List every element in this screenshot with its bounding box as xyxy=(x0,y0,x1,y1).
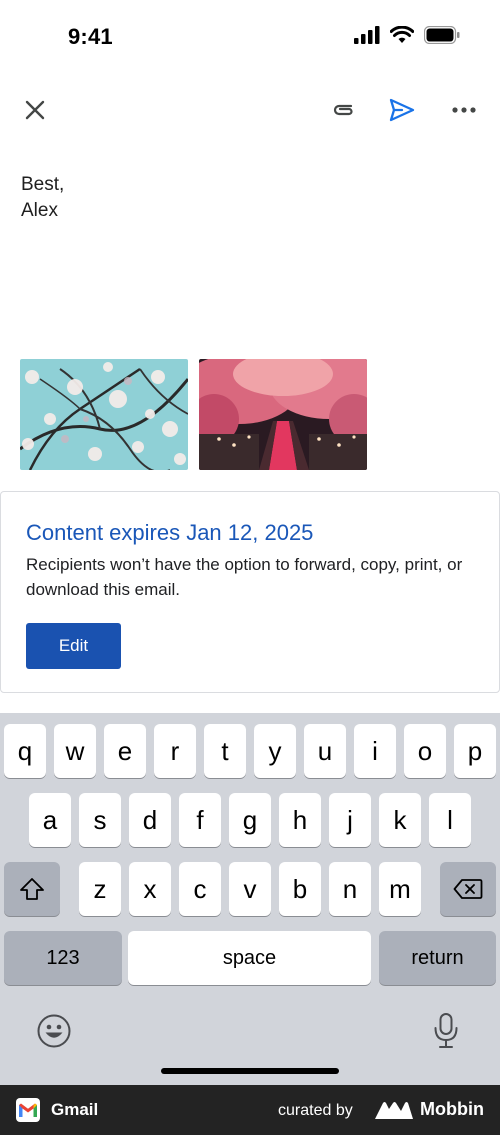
gmail-logo xyxy=(16,1098,40,1122)
status-bar: 9:41 xyxy=(0,0,500,72)
compose-body[interactable]: Best, Alex xyxy=(21,172,64,224)
backspace-icon xyxy=(453,879,483,899)
key-f[interactable]: f xyxy=(179,793,221,847)
attribution-footer: Gmail curated by Mobbin xyxy=(0,1085,500,1135)
attachment-list xyxy=(20,359,367,470)
key-l[interactable]: l xyxy=(429,793,471,847)
status-time: 9:41 xyxy=(68,24,113,49)
key-h[interactable]: h xyxy=(279,793,321,847)
numbers-key[interactable]: 123 xyxy=(4,931,122,985)
image-attachment xyxy=(199,359,367,470)
shift-icon xyxy=(20,878,44,900)
footer-app-name: Gmail xyxy=(51,1100,99,1119)
image-attachment xyxy=(20,359,188,470)
status-icons xyxy=(354,26,460,44)
key-j[interactable]: j xyxy=(329,793,371,847)
cellular-signal-icon xyxy=(354,26,380,44)
key-o[interactable]: o xyxy=(404,724,446,778)
wifi-icon xyxy=(390,26,414,43)
key-y[interactable]: y xyxy=(254,724,296,778)
more-horizontal-icon xyxy=(452,107,476,113)
key-p[interactable]: p xyxy=(454,724,496,778)
return-key[interactable]: return xyxy=(379,931,496,985)
key-u[interactable]: u xyxy=(304,724,346,778)
confidential-mode-card: Content expires Jan 12, 2025 Recipients … xyxy=(0,491,500,693)
key-t[interactable]: t xyxy=(204,724,246,778)
key-x[interactable]: x xyxy=(129,862,171,916)
key-d[interactable]: d xyxy=(129,793,171,847)
attachment-thumbnail[interactable] xyxy=(199,359,367,470)
key-a[interactable]: a xyxy=(29,793,71,847)
delete-key[interactable] xyxy=(440,862,496,916)
close-icon xyxy=(25,100,45,120)
attachment-thumbnail[interactable] xyxy=(20,359,188,470)
paperclip-icon xyxy=(333,104,353,116)
battery-icon xyxy=(424,26,460,44)
emoji-icon xyxy=(37,1014,71,1048)
more-options-button[interactable] xyxy=(444,90,484,130)
footer-curated-by: curated by xyxy=(278,1102,353,1119)
home-indicator xyxy=(161,1068,339,1074)
key-w[interactable]: w xyxy=(54,724,96,778)
key-s[interactable]: s xyxy=(79,793,121,847)
key-k[interactable]: k xyxy=(379,793,421,847)
send-icon xyxy=(389,98,415,122)
compose-toolbar xyxy=(0,80,500,140)
shift-key[interactable] xyxy=(4,862,60,916)
microphone-icon xyxy=(434,1013,458,1048)
gmail-icon xyxy=(19,1103,37,1117)
key-e[interactable]: e xyxy=(104,724,146,778)
space-key[interactable]: space xyxy=(128,931,371,985)
footer-brand: Mobbin xyxy=(420,1099,484,1119)
key-i[interactable]: i xyxy=(354,724,396,778)
key-r[interactable]: r xyxy=(154,724,196,778)
edit-button[interactable]: Edit xyxy=(26,623,121,669)
keyboard: q w e r t y u i o p a s d f g h j k l z … xyxy=(0,713,500,1085)
key-q[interactable]: q xyxy=(4,724,46,778)
signature-name: Alex xyxy=(21,200,58,221)
emoji-button[interactable] xyxy=(36,1013,72,1049)
expiry-title: Content expires Jan 12, 2025 xyxy=(26,520,314,545)
signoff-line: Best, xyxy=(21,174,65,195)
key-b[interactable]: b xyxy=(279,862,321,916)
key-v[interactable]: v xyxy=(229,862,271,916)
expiry-description: Recipients won’t have the option to forw… xyxy=(26,555,463,599)
key-g[interactable]: g xyxy=(229,793,271,847)
key-c[interactable]: c xyxy=(179,862,221,916)
send-button[interactable] xyxy=(382,90,422,130)
dictation-button[interactable] xyxy=(432,1012,460,1050)
key-n[interactable]: n xyxy=(329,862,371,916)
key-m[interactable]: m xyxy=(379,862,421,916)
close-button[interactable] xyxy=(15,90,55,130)
key-z[interactable]: z xyxy=(79,862,121,916)
mobbin-logo-icon xyxy=(375,1102,413,1119)
attach-button[interactable] xyxy=(322,90,362,130)
